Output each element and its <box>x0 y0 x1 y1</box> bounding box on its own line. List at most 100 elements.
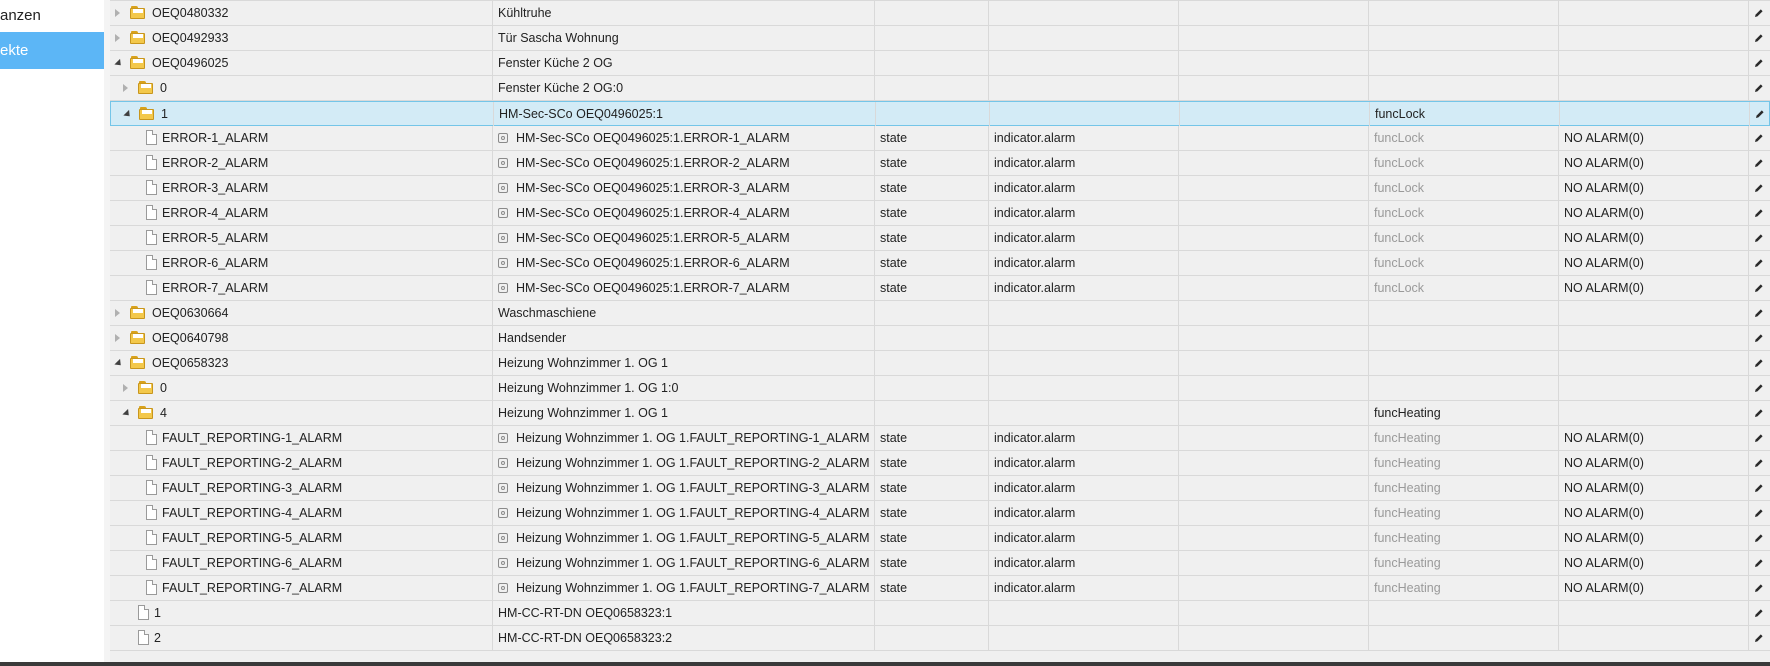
edit-button[interactable] <box>1748 451 1770 475</box>
folder-icon <box>138 381 153 394</box>
tree-row-folder[interactable]: 4 Heizung Wohnzimmer 1. OG 1 funcHeating <box>110 401 1770 426</box>
tree-row-state[interactable]: ERROR-5_ALARM HM-Sec-SCo OEQ0496025:1.ERR… <box>110 226 1770 251</box>
tree-row-state[interactable]: FAULT_REPORTING-5_ALARM Heizung Wohnzimme… <box>110 526 1770 551</box>
tree-row-state[interactable]: ERROR-6_ALARM HM-Sec-SCo OEQ0496025:1.ERR… <box>110 251 1770 276</box>
tree-row-state[interactable]: FAULT_REPORTING-2_ALARM Heizung Wohnzimme… <box>110 451 1770 476</box>
collapse-caret-icon[interactable] <box>114 358 124 369</box>
room-cell <box>1178 51 1368 75</box>
sidebar: anzen ekte <box>0 0 104 666</box>
tree-row-folder[interactable]: OEQ0480332 Kühltruhe <box>110 1 1770 26</box>
edit-button[interactable] <box>1748 51 1770 75</box>
role-cell: indicator.alarm <box>988 426 1178 450</box>
object-title: Heizung Wohnzimmer 1. OG 1.FAULT_REPORTI… <box>516 531 870 545</box>
tree-row-folder[interactable]: OEQ0640798 Handsender <box>110 326 1770 351</box>
type-cell: state <box>874 576 988 600</box>
tree-row-state[interactable]: ERROR-4_ALARM HM-Sec-SCo OEQ0496025:1.ERR… <box>110 201 1770 226</box>
tree-row-state[interactable]: ERROR-1_ALARM HM-Sec-SCo OEQ0496025:1.ERR… <box>110 126 1770 151</box>
room-cell <box>1178 401 1368 425</box>
object-id: FAULT_REPORTING-7_ALARM <box>162 581 343 595</box>
collapse-caret-icon[interactable] <box>114 58 124 69</box>
object-title: Kühltruhe <box>498 6 552 20</box>
expand-caret-icon[interactable] <box>115 9 120 17</box>
expand-caret-icon[interactable] <box>115 334 120 342</box>
type-cell <box>874 1 988 25</box>
edit-button[interactable] <box>1748 1 1770 25</box>
function-cell: funcHeating <box>1368 476 1558 500</box>
title-cell: Fenster Küche 2 OG:0 <box>492 76 874 100</box>
tree-row-folder[interactable]: OEQ0630664 Waschmaschiene <box>110 301 1770 326</box>
edit-button[interactable] <box>1748 76 1770 100</box>
function-cell: funcHeating <box>1368 451 1558 475</box>
expand-caret-icon[interactable] <box>123 384 128 392</box>
tree-row-state[interactable]: FAULT_REPORTING-1_ALARM Heizung Wohnzimme… <box>110 426 1770 451</box>
tree-row-state[interactable]: FAULT_REPORTING-7_ALARM Heizung Wohnzimme… <box>110 576 1770 601</box>
edit-button[interactable] <box>1748 351 1770 375</box>
tree-row-state[interactable]: 1 HM-CC-RT-DN OEQ0658323:1 <box>110 601 1770 626</box>
expand-caret-icon[interactable] <box>123 84 128 92</box>
value-cell <box>1559 102 1749 126</box>
edit-button[interactable] <box>1748 126 1770 150</box>
role-cell <box>988 401 1178 425</box>
tree-row-state[interactable]: FAULT_REPORTING-4_ALARM Heizung Wohnzimme… <box>110 501 1770 526</box>
collapse-caret-icon[interactable] <box>122 408 132 419</box>
tree-row-folder[interactable]: 0 Heizung Wohnzimmer 1. OG 1:0 <box>110 376 1770 401</box>
pencil-icon <box>1755 184 1763 192</box>
role-cell <box>988 26 1178 50</box>
role-cell <box>988 351 1178 375</box>
tree-row-state[interactable]: FAULT_REPORTING-6_ALARM Heizung Wohnzimme… <box>110 551 1770 576</box>
role-cell <box>988 1 1178 25</box>
tree-row-state[interactable]: ERROR-2_ALARM HM-Sec-SCo OEQ0496025:1.ERR… <box>110 151 1770 176</box>
tree-row-state[interactable]: FAULT_REPORTING-3_ALARM Heizung Wohnzimme… <box>110 476 1770 501</box>
expand-caret-icon[interactable] <box>115 309 120 317</box>
expand-caret-icon[interactable] <box>115 34 120 42</box>
type-cell <box>875 102 989 126</box>
edit-button[interactable] <box>1748 401 1770 425</box>
edit-button[interactable] <box>1748 326 1770 350</box>
edit-button[interactable] <box>1748 301 1770 325</box>
edit-button[interactable] <box>1748 201 1770 225</box>
edit-button[interactable] <box>1748 551 1770 575</box>
room-cell <box>1178 601 1368 625</box>
edit-button[interactable] <box>1748 251 1770 275</box>
tree-row-folder[interactable]: OEQ0496025 Fenster Küche 2 OG <box>110 51 1770 76</box>
function-cell <box>1368 301 1558 325</box>
edit-button[interactable] <box>1748 26 1770 50</box>
title-cell: HM-Sec-SCo OEQ0496025:1.ERROR-5_ALARM <box>492 226 874 250</box>
file-icon <box>146 505 157 520</box>
edit-button[interactable] <box>1748 501 1770 525</box>
object-title: HM-Sec-SCo OEQ0496025:1.ERROR-6_ALARM <box>516 256 790 270</box>
tree-row-state[interactable]: ERROR-3_ALARM HM-Sec-SCo OEQ0496025:1.ERR… <box>110 176 1770 201</box>
tree-row-state[interactable]: 2 HM-CC-RT-DN OEQ0658323:2 <box>110 626 1770 651</box>
object-title: HM-Sec-SCo OEQ0496025:1.ERROR-5_ALARM <box>516 231 790 245</box>
file-icon <box>138 630 149 645</box>
edit-button[interactable] <box>1749 102 1770 126</box>
edit-button[interactable] <box>1748 476 1770 500</box>
tree-row-state[interactable]: ERROR-7_ALARM HM-Sec-SCo OEQ0496025:1.ERR… <box>110 276 1770 301</box>
sidebar-item-objekte[interactable]: ekte <box>0 32 104 69</box>
folder-icon <box>130 306 145 319</box>
edit-button[interactable] <box>1748 276 1770 300</box>
tree-row-folder[interactable]: OEQ0492933 Tür Sascha Wohnung <box>110 26 1770 51</box>
edit-button[interactable] <box>1748 176 1770 200</box>
name-cell: OEQ0492933 <box>110 26 492 50</box>
pencil-icon <box>1755 334 1763 342</box>
edit-button[interactable] <box>1748 626 1770 650</box>
edit-button[interactable] <box>1748 526 1770 550</box>
room-cell <box>1178 226 1368 250</box>
room-cell <box>1178 426 1368 450</box>
role-cell: indicator.alarm <box>988 576 1178 600</box>
folder-icon <box>139 107 154 120</box>
edit-button[interactable] <box>1748 426 1770 450</box>
object-title: Heizung Wohnzimmer 1. OG 1.FAULT_REPORTI… <box>516 456 870 470</box>
edit-button[interactable] <box>1748 576 1770 600</box>
edit-button[interactable] <box>1748 151 1770 175</box>
sidebar-item-instanzen[interactable]: anzen <box>0 0 104 34</box>
tree-row-folder[interactable]: 1 HM-Sec-SCo OEQ0496025:1 funcLock <box>110 101 1770 126</box>
tree-row-folder[interactable]: OEQ0658323 Heizung Wohnzimmer 1. OG 1 <box>110 351 1770 376</box>
type-cell: state <box>874 176 988 200</box>
edit-button[interactable] <box>1748 226 1770 250</box>
edit-button[interactable] <box>1748 376 1770 400</box>
tree-row-folder[interactable]: 0 Fenster Küche 2 OG:0 <box>110 76 1770 101</box>
edit-button[interactable] <box>1748 601 1770 625</box>
collapse-caret-icon[interactable] <box>123 109 133 120</box>
